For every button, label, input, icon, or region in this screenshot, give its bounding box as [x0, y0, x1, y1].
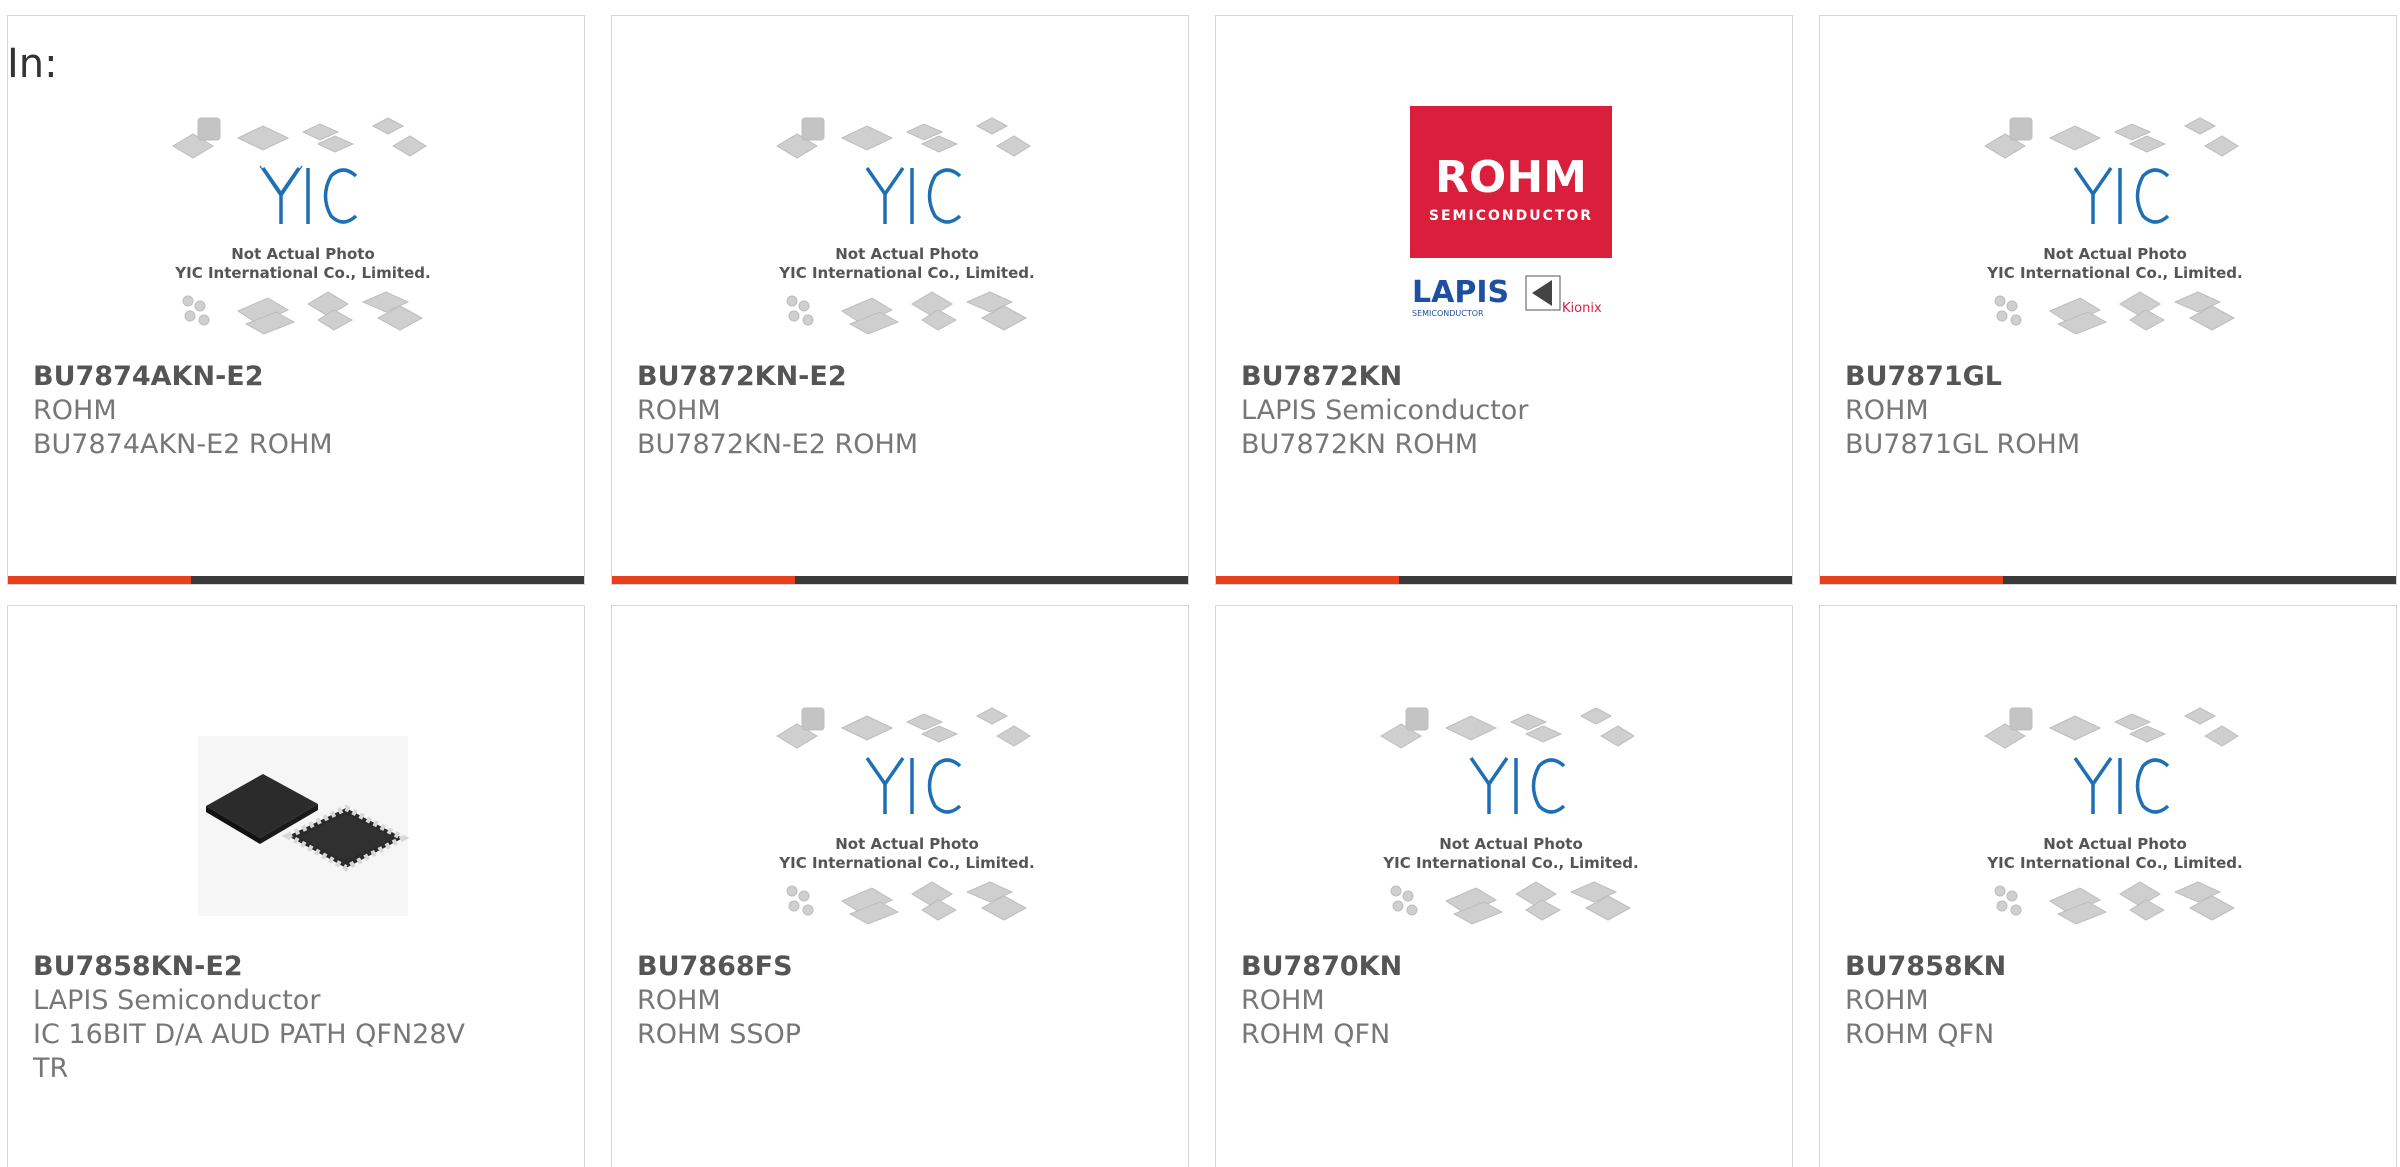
svg-text:ROHM: ROHM — [1435, 152, 1587, 203]
product-card[interactable]: Not Actual Photo YIC International Co., … — [1819, 15, 2397, 585]
part-number[interactable]: BU7872KN — [1241, 360, 1761, 394]
placeholder-image: Not Actual Photo YIC International Co., … — [1980, 696, 2250, 946]
not-actual-photo-icon: Not Actual Photo YIC International Co., … — [172, 117, 431, 335]
card-footer-bar — [8, 576, 584, 584]
part-number[interactable]: BU7874AKN-E2 — [33, 360, 553, 394]
filter-prefix-label: In: — [7, 41, 58, 87]
placeholder-image: Not Actual Photo YIC International Co., … — [772, 106, 1042, 356]
rohm-logo-icon: ROHM SEMICONDUCTOR LAPIS SEMICONDUCTOR K… — [1410, 106, 1612, 318]
manufacturer-logo-image: ROHM SEMICONDUCTOR LAPIS SEMICONDUCTOR K… — [1376, 106, 1646, 356]
placeholder-image: Not Actual Photo YIC International Co., … — [1376, 696, 1646, 946]
part-number[interactable]: BU7870KN — [1241, 950, 1761, 984]
product-card[interactable]: ROHM SEMICONDUCTOR LAPIS SEMICONDUCTOR K… — [1215, 15, 1793, 585]
svg-text:SEMICONDUCTOR: SEMICONDUCTOR — [1429, 208, 1593, 224]
svg-text:YIC International Co., Limited: YIC International Co., Limited. — [1986, 854, 2242, 872]
manufacturer: ROHM — [1845, 985, 1929, 1016]
product-photo — [168, 696, 438, 946]
svg-text:LAPIS: LAPIS — [1412, 275, 1509, 310]
svg-text:Not Actual Photo: Not Actual Photo — [1439, 835, 1583, 853]
part-number[interactable]: BU7872KN-E2 — [637, 360, 1157, 394]
card-footer-bar — [612, 576, 1188, 584]
placeholder-image: Not Actual Photo YIC International Co., … — [1980, 106, 2250, 356]
part-number[interactable]: BU7858KN-E2 — [33, 950, 553, 984]
description: ROHM SSOP — [637, 1019, 802, 1050]
manufacturer: ROHM — [1845, 395, 1929, 426]
svg-text:Not Actual Photo: Not Actual Photo — [835, 245, 979, 263]
manufacturer: ROHM — [637, 985, 721, 1016]
manufacturer: ROHM — [637, 395, 721, 426]
svg-text:Not Actual Photo: Not Actual Photo — [835, 835, 979, 853]
not-actual-photo-icon: Not Actual Photo YIC International Co., … — [776, 117, 1035, 335]
svg-text:YIC International Co., Limited: YIC International Co., Limited. — [1986, 264, 2242, 282]
description: IC 16BIT D/A AUD PATH QFN28V TR — [33, 1019, 465, 1084]
product-card[interactable]: Not Actual Photo YIC International Co., … — [611, 605, 1189, 1167]
description: BU7871GL ROHM — [1845, 429, 2081, 460]
product-grid-page: In: Not Actual Photo YIC International C… — [0, 0, 2400, 1167]
product-card[interactable]: BU7858KN-E2 LAPIS Semiconductor IC 16BIT… — [7, 605, 585, 1167]
part-number[interactable]: BU7858KN — [1845, 950, 2365, 984]
svg-text:Not Actual Photo: Not Actual Photo — [2043, 835, 2187, 853]
svg-text:Not Actual Photo: Not Actual Photo — [2043, 245, 2187, 263]
manufacturer: LAPIS Semiconductor — [1241, 395, 1529, 426]
not-actual-photo-icon: Not Actual Photo YIC International Co., … — [1380, 707, 1639, 925]
svg-text:YIC International Co., Limited: YIC International Co., Limited. — [1382, 854, 1638, 872]
manufacturer: ROHM — [33, 395, 117, 426]
card-footer-bar — [1216, 576, 1792, 584]
card-footer-bar — [1820, 576, 2396, 584]
not-actual-photo-icon: Not Actual Photo YIC International Co., … — [1984, 117, 2243, 335]
description: ROHM QFN — [1241, 1019, 1391, 1050]
product-card[interactable]: Not Actual Photo YIC International Co., … — [7, 15, 585, 585]
not-actual-photo-icon: Not Actual Photo YIC International Co., … — [776, 707, 1035, 925]
qfn-chip-icon — [198, 736, 410, 916]
svg-text:YIC International Co., Limited: YIC International Co., Limited. — [778, 854, 1034, 872]
svg-text:Not Actual Photo: Not Actual Photo — [231, 245, 375, 263]
not-actual-photo-icon: Not Actual Photo YIC International Co., … — [1984, 707, 2243, 925]
svg-text:YIC International Co., Limited: YIC International Co., Limited. — [778, 264, 1034, 282]
svg-text:SEMICONDUCTOR: SEMICONDUCTOR — [1412, 309, 1484, 318]
description: BU7872KN ROHM — [1241, 429, 1479, 460]
placeholder-image: Not Actual Photo YIC International Co., … — [168, 106, 438, 356]
product-card[interactable]: Not Actual Photo YIC International Co., … — [611, 15, 1189, 585]
description: ROHM QFN — [1845, 1019, 1995, 1050]
part-number[interactable]: BU7871GL — [1845, 360, 2365, 394]
product-card[interactable]: Not Actual Photo YIC International Co., … — [1215, 605, 1793, 1167]
svg-text:Kionix: Kionix — [1562, 301, 1602, 316]
manufacturer: LAPIS Semiconductor — [33, 985, 321, 1016]
description: BU7872KN-E2 ROHM — [637, 429, 919, 460]
part-number[interactable]: BU7868FS — [637, 950, 1157, 984]
product-card[interactable]: Not Actual Photo YIC International Co., … — [1819, 605, 2397, 1167]
placeholder-image: Not Actual Photo YIC International Co., … — [772, 696, 1042, 946]
manufacturer: ROHM — [1241, 985, 1325, 1016]
svg-text:YIC International Co., Limited: YIC International Co., Limited. — [174, 264, 430, 282]
description: BU7874AKN-E2 ROHM — [33, 429, 333, 460]
